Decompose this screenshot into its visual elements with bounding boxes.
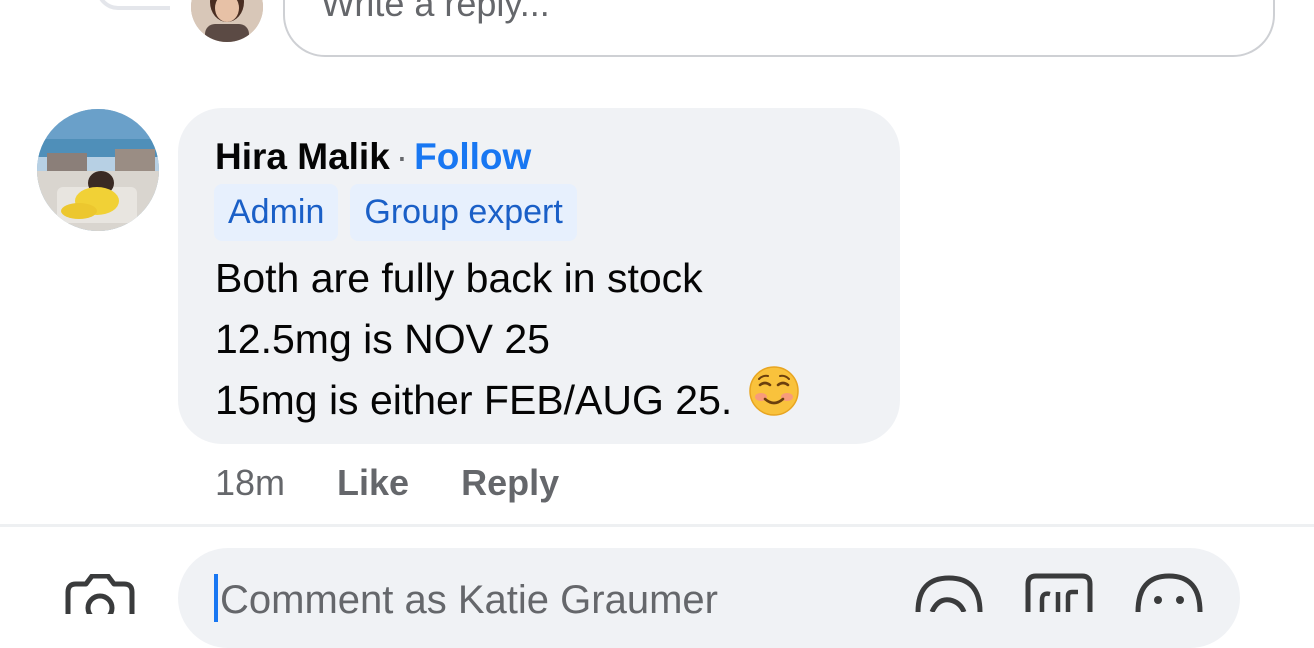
admin-badge[interactable]: Admin — [214, 184, 339, 241]
comment-text: Both are fully back in stock 12.5mg is N… — [215, 248, 800, 434]
comment-line: Both are fully back in stock — [215, 255, 703, 301]
camera-icon[interactable] — [64, 573, 136, 623]
avatar[interactable] — [37, 109, 159, 231]
gif-icon[interactable] — [1024, 570, 1094, 617]
author-name[interactable]: Hira Malik — [215, 136, 390, 177]
like-button[interactable]: Like — [337, 462, 409, 504]
smiling-face-icon — [748, 365, 800, 434]
comment-bubble: Hira Malik · Follow Admin Group expert Bot… — [178, 108, 900, 444]
comment-line: 12.5mg is NOV 25 — [215, 316, 550, 362]
thread-connector — [96, 0, 170, 10]
reply-input-placeholder: Write a reply... — [321, 0, 550, 24]
avatar[interactable] — [191, 0, 263, 42]
follow-link[interactable]: Follow — [414, 136, 531, 177]
comment-line-text: 15mg is either FEB/AUG 25. — [215, 377, 733, 423]
reply-input[interactable]: Write a reply... — [283, 0, 1275, 57]
comment-line: 15mg is either FEB/AUG 25. — [215, 365, 800, 434]
sticker-icon[interactable] — [914, 572, 984, 617]
text-caret — [214, 574, 218, 622]
comment-actions: 18m Like Reply — [215, 462, 611, 504]
comment-composer[interactable]: Comment as Katie Graumer — [178, 548, 1240, 648]
divider — [0, 524, 1314, 527]
separator-dot: · — [395, 136, 409, 177]
comment-header: Hira Malik · Follow — [215, 136, 531, 178]
group-expert-badge[interactable]: Group expert — [350, 184, 577, 241]
reply-button[interactable]: Reply — [461, 462, 559, 504]
comment-timestamp[interactable]: 18m — [215, 462, 285, 504]
composer-placeholder: Comment as Katie Graumer — [220, 578, 718, 622]
emoji-icon[interactable] — [1134, 570, 1204, 617]
role-badges: Admin Group expert — [214, 184, 577, 241]
